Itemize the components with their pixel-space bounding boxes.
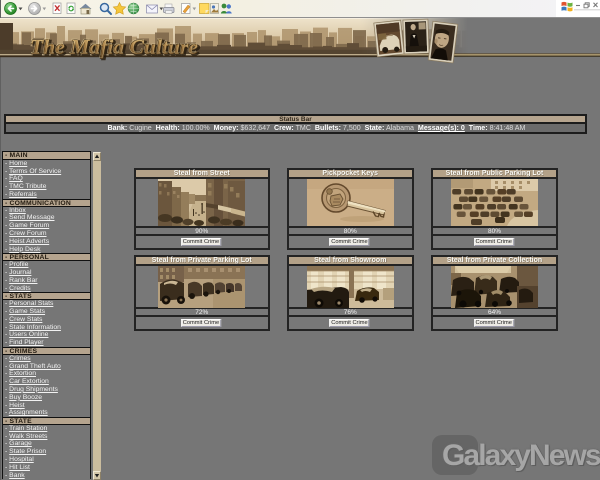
svg-text:The Mafia Culture: The Mafia Culture [29, 34, 197, 58]
